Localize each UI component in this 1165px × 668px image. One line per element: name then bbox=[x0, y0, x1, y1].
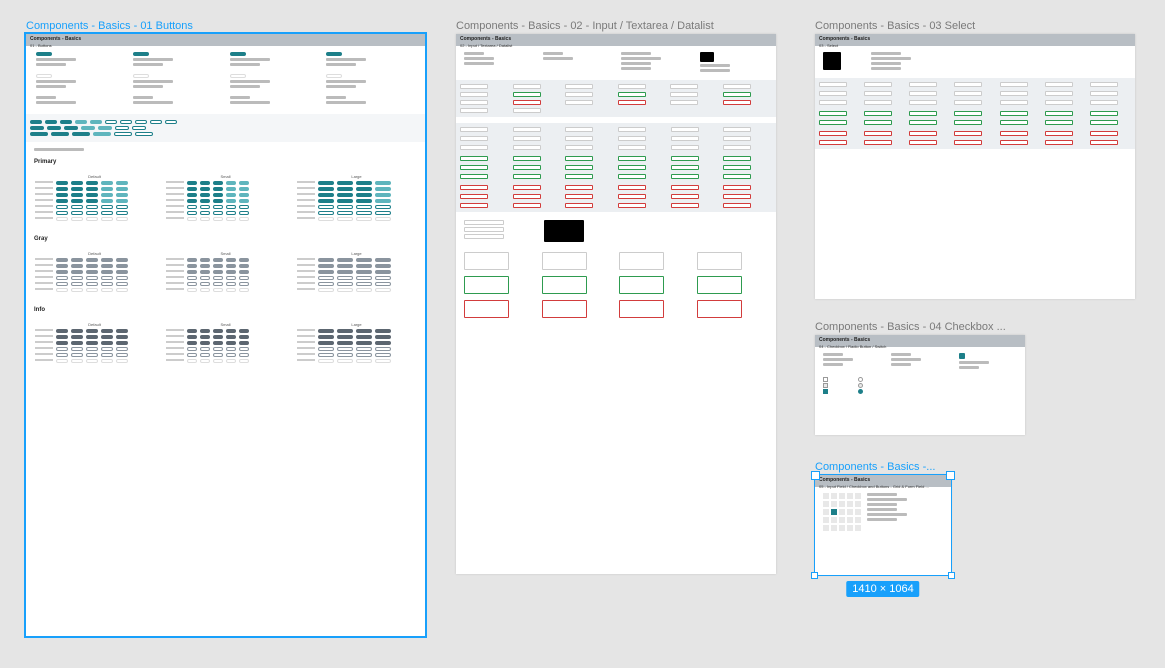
frame-title-inputs[interactable]: Components - Basics - 02 - Input / Texta… bbox=[456, 20, 714, 32]
section-primary: Primary bbox=[34, 159, 417, 165]
size-large-3: Large bbox=[297, 322, 416, 327]
size-large-2: Large bbox=[297, 251, 416, 256]
size-default-3: Default bbox=[35, 322, 154, 327]
frame-title-checkbox[interactable]: Components - Basics - 04 Checkbox ... bbox=[815, 321, 1006, 333]
resize-handle-br[interactable] bbox=[948, 572, 955, 579]
frame-header-inputs: Components - Basics 02 - Input / Textare… bbox=[456, 34, 776, 46]
size-small: Small bbox=[166, 174, 285, 179]
size-small-2: Small bbox=[166, 251, 285, 256]
size-default: Default bbox=[35, 174, 154, 179]
size-large: Large bbox=[297, 174, 416, 179]
frame-header-checkbox: Components - Basics 04 - Checkbox / Radi… bbox=[815, 335, 1025, 347]
frame-title-small[interactable]: Components - Basics -... bbox=[815, 461, 935, 473]
header-text: Components - Basics bbox=[30, 36, 81, 42]
size-default-2: Default bbox=[35, 251, 154, 256]
header-text-4: Components - Basics bbox=[819, 337, 870, 343]
section-gray: Gray bbox=[34, 236, 417, 242]
frame-select[interactable]: Components - Basics - 03 Select Componen… bbox=[815, 34, 1135, 299]
frame-buttons[interactable]: Components - Basics - 01 Buttons Compone… bbox=[26, 34, 425, 636]
frame-inputs[interactable]: Components - Basics - 02 - Input / Texta… bbox=[456, 34, 776, 574]
frame-header-select: Components - Basics 03 - Select bbox=[815, 34, 1135, 46]
header-sub-5: 05 - Input Field / Checkbox and Buttons … bbox=[819, 484, 947, 489]
frame-small[interactable]: Components - Basics -... Components - Ba… bbox=[815, 475, 951, 575]
size-small-3: Small bbox=[166, 322, 285, 327]
frame-header-small: Components - Basics 05 - Input Field / C… bbox=[815, 475, 951, 487]
frame-title-buttons[interactable]: Components - Basics - 01 Buttons bbox=[26, 20, 193, 32]
header-text-3: Components - Basics bbox=[819, 36, 870, 42]
frame-header: Components - Basics 01 - Buttons bbox=[26, 34, 425, 46]
dimension-badge: 1410 × 1064 bbox=[846, 581, 919, 597]
header-text-2: Components - Basics bbox=[460, 36, 511, 42]
frame-checkbox[interactable]: Components - Basics - 04 Checkbox ... Co… bbox=[815, 335, 1025, 435]
resize-handle-bl[interactable] bbox=[811, 572, 818, 579]
frame-title-select[interactable]: Components - Basics - 03 Select bbox=[815, 20, 975, 32]
section-info: Info bbox=[34, 307, 417, 313]
header-text-5: Components - Basics bbox=[819, 477, 870, 483]
